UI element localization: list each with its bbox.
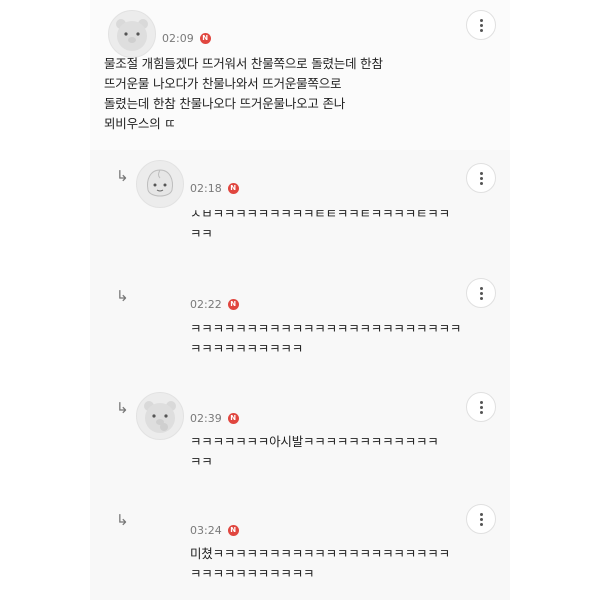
avatar[interactable] — [108, 10, 156, 58]
bear-face-icon — [116, 19, 148, 51]
comment-timestamp: 02:18 — [190, 182, 222, 195]
comment-text: ㅋㅋㅋㅋㅋㅋㅋㅋㅋㅋㅋㅋㅋㅋㅋㅋㅋㅋㅋㅋㅋㅋㅋㅋ ㅋㅋㅋㅋㅋㅋㅋㅋㅋㅋ — [190, 321, 462, 356]
more-vertical-icon — [479, 400, 483, 414]
more-options-button[interactable] — [466, 278, 496, 308]
comment-item: 02:09 N 물조절 개힘들겠다 뜨거워서 찬물쪽으로 돌렸는데 한참 뜨거운… — [90, 0, 510, 151]
comment-timestamp: 02:09 — [162, 32, 194, 45]
comment-timestamp: 02:39 — [190, 412, 222, 425]
more-vertical-icon — [479, 18, 483, 32]
reply-arrow-icon: ↳ — [116, 511, 129, 529]
new-badge: N — [227, 183, 239, 194]
comment-text: ㅋㅋㅋㅋㅋㅋㅋ아시발ㅋㅋㅋㅋㅋㅋㅋㅋㅋㅋㅋㅋ ㅋㅋ — [190, 434, 439, 469]
reply-arrow-icon: ↳ — [116, 167, 129, 185]
reply-item: ↳ 02:22 N ㅋㅋㅋㅋㅋㅋㅋㅋㅋㅋㅋㅋㅋㅋㅋㅋㅋㅋㅋㅋㅋㅋㅋㅋ ㅋㅋㅋㅋㅋ… — [90, 262, 510, 375]
more-options-button[interactable] — [466, 392, 496, 422]
new-badge: N — [227, 299, 239, 310]
bear-face-icon — [144, 401, 176, 433]
comment-text: 물조절 개힘들겠다 뜨거워서 찬물쪽으로 돌렸는데 한참 뜨거운물 나오다가 찬… — [104, 56, 383, 131]
new-badge: N — [199, 33, 211, 44]
more-vertical-icon — [479, 171, 483, 185]
more-vertical-icon — [479, 286, 483, 300]
avatar[interactable] — [136, 392, 184, 440]
comment-text: 미쳤ㅋㅋㅋㅋㅋㅋㅋㅋㅋㅋㅋㅋㅋㅋㅋㅋㅋㅋㅋㅋㅋ ㅋㅋㅋㅋㅋㅋㅋㅋㅋㅋㅋ — [190, 546, 450, 581]
more-options-button[interactable] — [466, 10, 496, 40]
avatar[interactable] — [136, 160, 184, 208]
reply-arrow-icon: ↳ — [116, 287, 129, 305]
reply-item: ↳ 03:24 N 미쳤ㅋㅋㅋㅋㅋㅋㅋㅋㅋㅋㅋㅋㅋㅋㅋㅋㅋㅋㅋㅋㅋ ㅋㅋㅋㅋㅋㅋ… — [90, 486, 510, 600]
comment-feed: 02:09 N 물조절 개힘들겠다 뜨거워서 찬물쪽으로 돌렸는데 한참 뜨거운… — [90, 0, 510, 600]
comment-text: ㅅㅂㅋㅋㅋㅋㅋㅋㅋㅋㅋㅌㅌㅋㅋㅌㅋㅋㅋㅋㅌㅋㅋ ㅋㅋ — [190, 206, 450, 241]
reply-item: ↳ 02:39 N ㅋㅋㅋㅋㅋㅋㅋ아시발ㅋㅋㅋㅋㅋㅋㅋㅋㅋㅋㅋㅋ ㅋㅋ — [90, 374, 510, 487]
new-badge: N — [227, 413, 239, 424]
peach-face-icon — [147, 169, 173, 197]
reply-arrow-icon: ↳ — [116, 399, 129, 417]
more-options-button[interactable] — [466, 163, 496, 193]
more-options-button[interactable] — [466, 504, 496, 534]
new-badge: N — [227, 525, 239, 536]
reply-item: ↳ 02:18 N ㅅㅂㅋㅋㅋㅋㅋㅋㅋㅋㅋㅌㅌㅋㅋㅌㅋㅋㅋㅋㅌㅋㅋ ㅋㅋ — [90, 150, 510, 263]
comment-timestamp: 02:22 — [190, 298, 222, 311]
more-vertical-icon — [479, 512, 483, 526]
comment-timestamp: 03:24 — [190, 524, 222, 537]
